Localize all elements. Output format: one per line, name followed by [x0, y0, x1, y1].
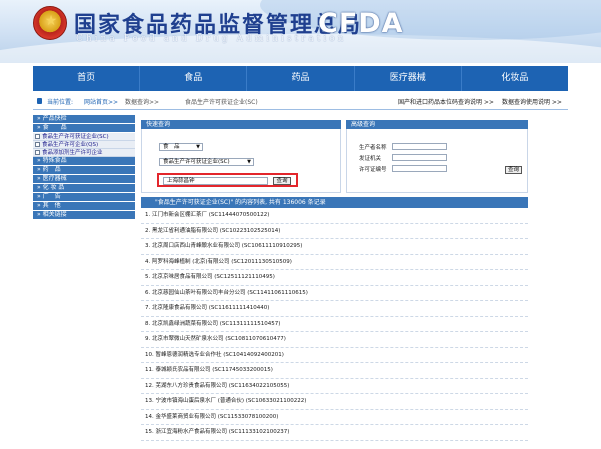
search-button[interactable]: 查询 [273, 177, 291, 185]
search-highlight-box: 上海蒜昌钟 查询 [157, 173, 298, 187]
sidebar-head-special-food[interactable]: » 特殊食品 [33, 157, 135, 165]
emblem-star-icon: ★ [44, 13, 58, 29]
query-help-link[interactable]: 数据查询使用说明 >> [502, 97, 562, 106]
producer-name-field[interactable] [392, 143, 447, 150]
result-row[interactable]: 11. 泰城颖氏农品有限公司 (SC11745033200015) [141, 363, 528, 379]
database-select[interactable]: 食品生产许可获证企业(SC) ▼ [159, 158, 254, 166]
sidebar-head-cosmetics[interactable]: » 化 妆 品 [33, 184, 135, 192]
nav-item-drugs[interactable]: 药品 [247, 66, 355, 91]
result-row[interactable]: 15. 浙江宜海粉水产食品有限公司 (SC11133102100237) [141, 425, 528, 441]
sidebar-item-sc[interactable]: 食品生产许可获证企业(SC) [33, 133, 135, 141]
cfda-logo: CFDA [318, 8, 404, 39]
quick-search-title: 快速查询 [141, 120, 341, 129]
result-row[interactable]: 10. 暂峰恩德润精选专业合作社 (SC10414092400201) [141, 348, 528, 363]
search-input[interactable]: 上海蒜昌钟 [163, 177, 268, 185]
sidebar-item-qs[interactable]: 食品生产许可企业(QS) [33, 141, 135, 149]
location-icon [37, 98, 42, 104]
license-number-label: 许可证编号 [359, 167, 387, 173]
chevron-down-icon: ▼ [247, 159, 251, 165]
sidebar-head-ads[interactable]: » 广 告 [33, 193, 135, 201]
nav-item-home[interactable]: 首页 [33, 66, 141, 91]
sidebar-head-drugs[interactable]: » 药 品 [33, 166, 135, 174]
result-row[interactable]: 6. 北京慈园仙山茶叶有限公司丰台分公司 (SC11411061110615) [141, 286, 528, 301]
result-row[interactable]: 14. 金华盛莱商贸业有限公司 (SC11533078100200) [141, 410, 528, 425]
drug-code-help-link[interactable]: 国产和进口药品本位码查询说明 >> [398, 97, 494, 106]
issuing-authority-label: 发证机关 [359, 156, 382, 162]
sidebar: » 产品快检 » 食 品 食品生产许可获证企业(SC) 食品生产许可企业(QS)… [33, 115, 135, 449]
sidebar-head-links[interactable]: » 相关链接 [33, 211, 135, 219]
site-subtitle: China Food and Drug Administration [76, 34, 347, 44]
result-row[interactable]: 3. 北京周口店西山青峰酿水业有限公司 (SC10611110910295) [141, 239, 528, 255]
sidebar-head-other[interactable]: » 其 他 [33, 202, 135, 210]
nav-item-food[interactable]: 食品 [140, 66, 248, 91]
breadcrumb-label: 当前位置: [47, 99, 74, 106]
sidebar-head-food[interactable]: » 食 品 [33, 124, 135, 132]
result-row[interactable]: 7. 北京隆康食品有限公司 (SC11611111410440) [141, 301, 528, 317]
breadcrumb-data-query-link[interactable]: 数据查询>> [125, 97, 159, 106]
result-row[interactable]: 1. 江门市新会区棚汇茶厂 (SC11444070500122) [141, 208, 528, 224]
result-row[interactable]: 8. 北京凯鑫绿洲蔬菜有限公司 (SC11311111510457) [141, 317, 528, 332]
result-row[interactable]: 2. 黑龙江省利通油脂有限公司 (SC10223102525014) [141, 224, 528, 239]
producer-name-label: 生产者名称 [359, 145, 387, 151]
main-nav: 首页 食品 药品 医疗器械 化妆品 [33, 66, 568, 91]
result-list-header: "食品生产许可获证企业(SC)" 的内容列表, 共有 136006 条记录 [141, 197, 528, 208]
sidebar-head-quick-check[interactable]: » 产品快检 [33, 115, 135, 123]
result-row[interactable]: 4. 阿罗科海峰植制 (北京)有限公司 (SC12011130510509) [141, 255, 528, 270]
result-row[interactable]: 12. 芜湖东八方珍贵食品有限公司 (SC11634022105055) [141, 379, 528, 394]
category-select[interactable]: 食 品 ▼ [159, 143, 203, 151]
sidebar-head-medical-devices[interactable]: » 医疗器械 [33, 175, 135, 183]
advanced-search-title: 高级查询 [346, 120, 528, 129]
license-number-field[interactable] [392, 165, 447, 172]
result-row[interactable]: 9. 北京市翠微山天然矿泉水公司 (SC10811070610477) [141, 332, 528, 348]
breadcrumb-current: 食品生产许可获证企业(SC) [185, 99, 258, 106]
result-row[interactable]: 5. 北京京味居食品有限公司 (SC12511121110495) [141, 270, 528, 286]
national-emblem-icon: ★ [33, 6, 67, 40]
expand-box-icon [35, 142, 40, 147]
advanced-search-button[interactable]: 查询 [505, 166, 522, 174]
breadcrumb-home-link[interactable]: 网站首页>> [84, 97, 118, 106]
expand-box-icon [35, 134, 40, 139]
nav-item-medical-devices[interactable]: 医疗器械 [355, 66, 462, 91]
sidebar-item-additive[interactable]: 食品添加剂生产许可企业 [33, 149, 135, 157]
nav-item-cosmetics[interactable]: 化妆品 [462, 66, 568, 91]
expand-box-icon [35, 150, 40, 155]
result-row[interactable]: 13. 宁波市镇海山蛋后泉水厂 (普通合伙) (SC10633021100222… [141, 394, 528, 410]
site-header-banner: ★ 国家食品药品监督管理总局 China Food and Drug Admin… [0, 0, 601, 63]
breadcrumb: 当前位置: 网站首页>> 数据查询>> 食品生产许可获证企业(SC) 国产和进口… [33, 93, 568, 110]
result-list: 1. 江门市新会区棚汇茶厂 (SC11444070500122) 2. 黑龙江省… [141, 208, 528, 441]
chevron-down-icon: ▼ [196, 144, 200, 150]
issuing-authority-field[interactable] [392, 154, 447, 161]
